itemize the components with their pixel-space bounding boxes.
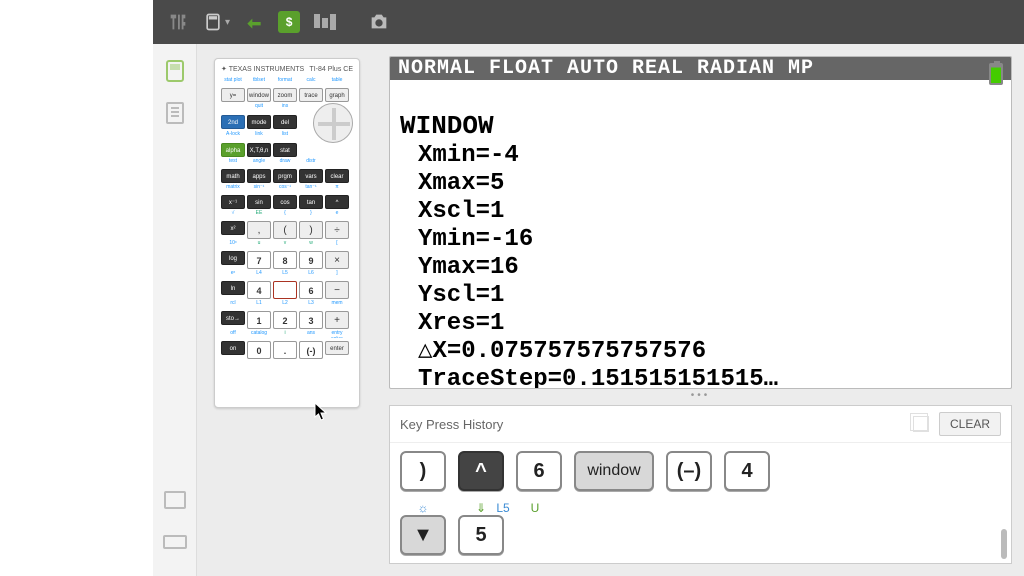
dpad[interactable] (313, 103, 353, 143)
key-neg[interactable]: (-) (299, 341, 323, 359)
key-x2[interactable]: x² (221, 221, 245, 235)
key-y-equals[interactable]: y= (221, 88, 245, 102)
screen-line-ymax: Ymax=16 (400, 254, 519, 281)
key-9[interactable]: 9 (299, 251, 323, 269)
key-2nd[interactable]: 2nd (221, 115, 245, 129)
key-xinv[interactable]: x⁻¹ (221, 195, 245, 209)
key-comma[interactable]: , (247, 221, 271, 239)
key-dot[interactable]: . (273, 341, 297, 359)
screen-title: WINDOW (400, 111, 494, 141)
key-7[interactable]: 7 (247, 251, 271, 269)
screen-line-tracestep: TraceStep=0.151515151515… (400, 366, 778, 389)
calculator-screen: NORMAL FLOAT AUTO REAL RADIAN MP WINDOW … (389, 56, 1012, 389)
panels-icon[interactable] (314, 14, 336, 30)
sidebar-layout-icon[interactable] (162, 534, 188, 560)
calculator-model: TI-84 Plus CE (309, 66, 353, 73)
screen-line-xscl: Xscl=1 (400, 198, 504, 225)
key-zoom[interactable]: zoom (273, 88, 297, 102)
ti-logo-icon (167, 11, 189, 33)
history-title: Key Press History (400, 417, 503, 432)
key-8[interactable]: 8 (273, 251, 297, 269)
hist-key-5[interactable]: 5 (458, 515, 504, 555)
finance-icon[interactable]: $ (278, 11, 300, 33)
key-graph[interactable]: graph (325, 88, 349, 102)
key-mode[interactable]: mode (247, 115, 271, 129)
key-ln[interactable]: ln (221, 281, 245, 295)
hist-key-down[interactable]: ▼ (400, 515, 446, 555)
left-sidebar (153, 44, 197, 576)
key-sub[interactable]: − (325, 281, 349, 299)
calculator-brand: TEXAS INSTRUMENTS (221, 65, 304, 73)
sidebar-calculator-icon[interactable] (162, 58, 188, 84)
key-div[interactable]: ÷ (325, 221, 349, 239)
history-scrollbar[interactable] (1001, 529, 1007, 559)
key-on[interactable]: on (221, 341, 245, 355)
top-toolbar: ▾ $ (153, 0, 1024, 44)
key-caret[interactable]: ^ (325, 195, 349, 209)
key-0[interactable]: 0 (247, 341, 271, 359)
hist-key-6[interactable]: 6 (516, 451, 562, 491)
screen-status-bar: NORMAL FLOAT AUTO REAL RADIAN MP (390, 57, 1011, 80)
key-xt[interactable]: X,T,θ,n (247, 143, 271, 157)
key-rparen[interactable]: ) (299, 221, 323, 239)
screen-line-dx: △X=0.075757575757576 (400, 338, 706, 365)
key-clear[interactable]: clear (325, 169, 349, 183)
copy-history-icon[interactable] (913, 416, 929, 432)
key-2[interactable]: 2 (273, 311, 297, 329)
key-window[interactable]: window (247, 88, 271, 102)
history-row-2: ▼ 5 (400, 515, 1001, 555)
sidebar-documents-icon[interactable] (162, 100, 188, 126)
key-enter[interactable]: enter (325, 341, 349, 355)
hist-key-4[interactable]: 4 (724, 451, 770, 491)
key-3[interactable]: 3 (299, 311, 323, 329)
history-row-1: ) ^ 6 window (–) 4 (400, 451, 1001, 491)
screen-body: WINDOW Xmin=-4 Xmax=5 Xscl=1 Ymin=-16 Ym… (390, 80, 1011, 389)
hist-key-caret[interactable]: ^ (458, 451, 504, 491)
calculator-dropdown[interactable]: ▾ (203, 12, 230, 32)
key-1[interactable]: 1 (247, 311, 271, 329)
key-math[interactable]: math (221, 169, 245, 183)
key-apps[interactable]: apps (247, 169, 271, 183)
key-trace[interactable]: trace (299, 88, 323, 102)
key-add[interactable]: + (325, 311, 349, 329)
hist-key-neg[interactable]: (–) (666, 451, 712, 491)
calculator-panel: TEXAS INSTRUMENTS TI-84 Plus CE stat plo… (197, 44, 377, 576)
key-log[interactable]: log (221, 251, 245, 265)
screen-line-xmax: Xmax=5 (400, 170, 504, 197)
screen-line-yscl: Yscl=1 (400, 282, 504, 309)
key-alpha[interactable]: alpha (221, 143, 245, 157)
main-area: NORMAL FLOAT AUTO REAL RADIAN MP WINDOW … (377, 44, 1024, 576)
hist-key-window[interactable]: window (574, 451, 654, 491)
key-cos[interactable]: cos (273, 195, 297, 209)
calculator-keypad: TEXAS INSTRUMENTS TI-84 Plus CE stat plo… (214, 58, 360, 408)
horizontal-splitter[interactable]: ••• (389, 389, 1012, 403)
key-sto[interactable]: sto→ (221, 311, 245, 325)
history-row-2-labels: ☼ ⇓ L5 U (400, 501, 1001, 515)
key-mul[interactable]: × (325, 251, 349, 269)
key-sin[interactable]: sin (247, 195, 271, 209)
key-prgm[interactable]: prgm (273, 169, 297, 183)
key-6[interactable]: 6 (299, 281, 323, 299)
key-tan[interactable]: tan (299, 195, 323, 209)
hist-key-rparen[interactable]: ) (400, 451, 446, 491)
screen-line-ymin: Ymin=-16 (400, 226, 533, 253)
clear-history-button[interactable]: CLEAR (939, 412, 1001, 436)
key-del[interactable]: del (273, 115, 297, 129)
key-lparen[interactable]: ( (273, 221, 297, 239)
transfer-icon[interactable] (244, 12, 264, 32)
screen-line-xmin: Xmin=-4 (400, 142, 519, 169)
key-history-panel: Key Press History CLEAR ) ^ 6 window (–)… (389, 405, 1012, 564)
key-5[interactable]: 5 (273, 281, 297, 299)
screenshot-icon[interactable] (368, 11, 390, 33)
key-stat[interactable]: stat (273, 143, 297, 157)
sidebar-device-icon[interactable] (162, 492, 188, 518)
key-vars[interactable]: vars (299, 169, 323, 183)
battery-icon (989, 63, 1003, 85)
key-4[interactable]: 4 (247, 281, 271, 299)
screen-line-xres: Xres=1 (400, 310, 504, 337)
